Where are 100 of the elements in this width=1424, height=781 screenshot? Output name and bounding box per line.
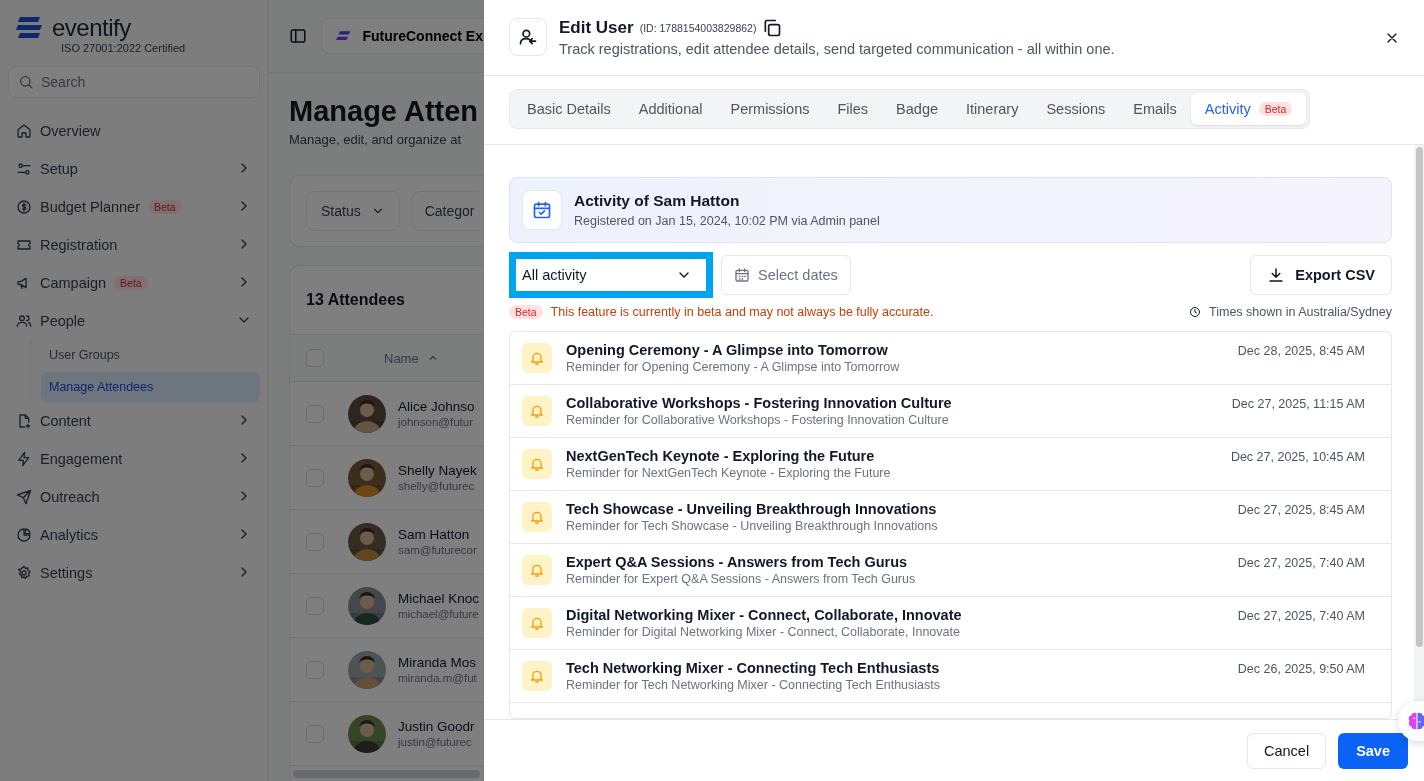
logo-icon <box>16 15 44 41</box>
sidebar-item[interactable]: Setup <box>8 150 260 188</box>
activity-detail: Reminder for Expert Q&A Sessions - Answers from Tech Gurus <box>566 572 917 586</box>
bell-icon <box>529 668 545 684</box>
sidebar-subitem[interactable]: Manage Attendees <box>41 372 260 402</box>
sidebar-item[interactable]: People <box>8 302 260 340</box>
sidebar-item[interactable]: Analytics <box>8 516 260 554</box>
attendee-email: michael@future <box>398 608 480 620</box>
activity-detail: Reminder for NextGenTech Keynote - Exploring the Future <box>566 466 892 480</box>
attendee-email: justin@futurec <box>398 736 473 748</box>
beta-badge: Beta <box>147 200 182 214</box>
calendar-check-icon <box>532 200 552 220</box>
sliders-icon <box>16 161 32 177</box>
tab[interactable]: Permissions <box>716 93 824 125</box>
user-id: (ID: 1788154003829862) <box>639 22 757 34</box>
search-icon <box>18 74 34 90</box>
brain-icon <box>1406 710 1424 732</box>
timezone-note: Times shown in Australia/Sydney <box>1209 305 1392 319</box>
event-selector[interactable]: FutureConnect Ex <box>321 18 483 54</box>
scrollbar[interactable] <box>1415 147 1423 647</box>
attendee-name: Shelly Nayek <box>398 463 477 478</box>
event-logo-icon <box>336 30 351 42</box>
bell-icon <box>529 509 545 525</box>
pie-chart-icon <box>16 527 32 543</box>
download-icon <box>1267 266 1286 284</box>
tab[interactable]: Activity Beta <box>1190 93 1307 125</box>
sidebar-item[interactable]: Content <box>8 402 260 440</box>
activity-time: Dec 27, 2025, 7:40 AM <box>1237 609 1365 623</box>
bell-icon <box>529 456 545 472</box>
cancel-button[interactable]: Cancel <box>1247 732 1327 769</box>
attendee-name: Alice Johnso <box>398 399 475 414</box>
attendee-email: miranda.m@fut <box>398 672 477 684</box>
lightning-icon <box>16 451 32 467</box>
activity-detail: Reminder for Tech Showcase - Unveiling Breakthrough Innovations <box>566 519 939 533</box>
activity-title: Digital Networking Mixer - Connect, Collaborate, Innovate <box>566 607 963 623</box>
beta-notice: This feature is currently in beta and may not always be fully accurate. <box>550 305 934 319</box>
sidebar-item[interactable]: Overview <box>8 112 260 150</box>
activity-filter-dropdown[interactable]: All activity <box>509 252 713 298</box>
activity-title: Opening Ceremony - A Glimpse into Tomorrow <box>566 342 889 358</box>
copy-icon <box>762 18 783 38</box>
tab[interactable]: Itinerary <box>952 93 1033 125</box>
tab[interactable]: Badge <box>882 93 953 125</box>
bell-icon <box>529 403 545 419</box>
attendee-name: Sam Hatton <box>398 527 471 542</box>
page-title: Manage Atten <box>289 95 480 128</box>
tab[interactable]: Additional <box>624 93 717 125</box>
sidebar-item[interactable]: Budget Planner Beta <box>8 188 260 226</box>
attendee-email: johnson@futur <box>398 416 474 428</box>
beta-badge: Beta <box>509 305 543 319</box>
name-column-header[interactable]: Name <box>384 350 439 366</box>
activity-detail: Reminder for Collaborative Workshops - Fostering Innovation Culture <box>566 413 950 427</box>
attendee-name: Michael Knoc <box>398 591 480 606</box>
bell-icon <box>529 615 545 631</box>
activity-detail: Reminder for Opening Ceremony - A Glimpse into Tomorrow <box>566 360 901 374</box>
sidebar-item[interactable]: Settings <box>8 554 260 592</box>
ticket-icon <box>16 237 32 253</box>
users-icon <box>16 313 32 329</box>
settings-icon <box>16 565 32 581</box>
activity-time: Dec 27, 2025, 8:45 AM <box>1237 503 1365 517</box>
activity-title: NextGenTech Keynote - Exploring the Future <box>566 448 876 464</box>
activity-detail: Reminder for Tech Networking Mixer - Connecting Tech Enthusiasts <box>566 678 941 692</box>
activity-detail: Reminder for Digital Networking Mixer - Connect, Collaborate, Innovate <box>566 625 961 639</box>
beta-badge: Beta <box>114 276 148 290</box>
sidebar-toggle-icon <box>289 27 307 45</box>
page-subtitle: Manage, edit, and organize at <box>289 132 462 147</box>
sidebar-item[interactable]: Outreach <box>8 478 260 516</box>
filter-dropdown[interactable]: Status <box>306 191 400 231</box>
certification-label: ISO 27001:2022 Certified <box>61 42 187 54</box>
sidebar-subitem[interactable]: User Groups <box>41 340 260 370</box>
tab[interactable]: Files <box>823 93 883 125</box>
activity-time: Dec 27, 2025, 11:15 AM <box>1231 397 1365 411</box>
attendee-email: shelly@futurec <box>398 480 476 492</box>
save-button[interactable]: Save <box>1338 732 1408 769</box>
attendee-name: Miranda Mos <box>398 655 477 670</box>
activity-time: Dec 28, 2025, 8:45 AM <box>1237 344 1365 358</box>
search-field[interactable]: Search <box>8 66 260 98</box>
user-arrow-icon <box>518 27 538 47</box>
export-button[interactable]: Export CSV <box>1250 255 1392 295</box>
activity-title: Expert Q&A Sessions - Answers from Tech Gurus <box>566 554 909 570</box>
date-picker[interactable]: Select dates <box>721 255 851 295</box>
drawer-subtitle: Track registrations, edit attendee details, send targeted communication - all within one. <box>559 41 1116 57</box>
brand-name: eventify <box>52 14 131 42</box>
attendee-email: sam@futurecor <box>398 544 477 556</box>
calendar-icon <box>734 267 750 283</box>
sidebar-item[interactable]: Registration <box>8 226 260 264</box>
sidebar-item[interactable]: Campaign Beta <box>8 264 260 302</box>
activity-time: Dec 27, 2025, 7:40 AM <box>1237 556 1365 570</box>
registration-info: Registered on Jan 15, 2024, 10:02 PM via Admin panel <box>574 214 880 228</box>
send-icon <box>16 489 32 505</box>
bell-icon <box>529 562 545 578</box>
activity-time: Dec 26, 2025, 9:50 AM <box>1237 662 1365 676</box>
bell-icon <box>529 350 545 366</box>
filter-dropdown[interactable]: Categor <box>411 191 479 231</box>
activity-title: Activity of Sam Hatton <box>574 192 741 210</box>
tab[interactable]: Emails <box>1119 93 1191 125</box>
sidebar-item[interactable]: Engagement <box>8 440 260 478</box>
activity-time: Dec 27, 2025, 10:45 AM <box>1230 450 1365 464</box>
tab[interactable]: Sessions <box>1032 93 1120 125</box>
tab[interactable]: Basic Details <box>513 93 625 125</box>
file-plus-icon <box>16 413 32 429</box>
